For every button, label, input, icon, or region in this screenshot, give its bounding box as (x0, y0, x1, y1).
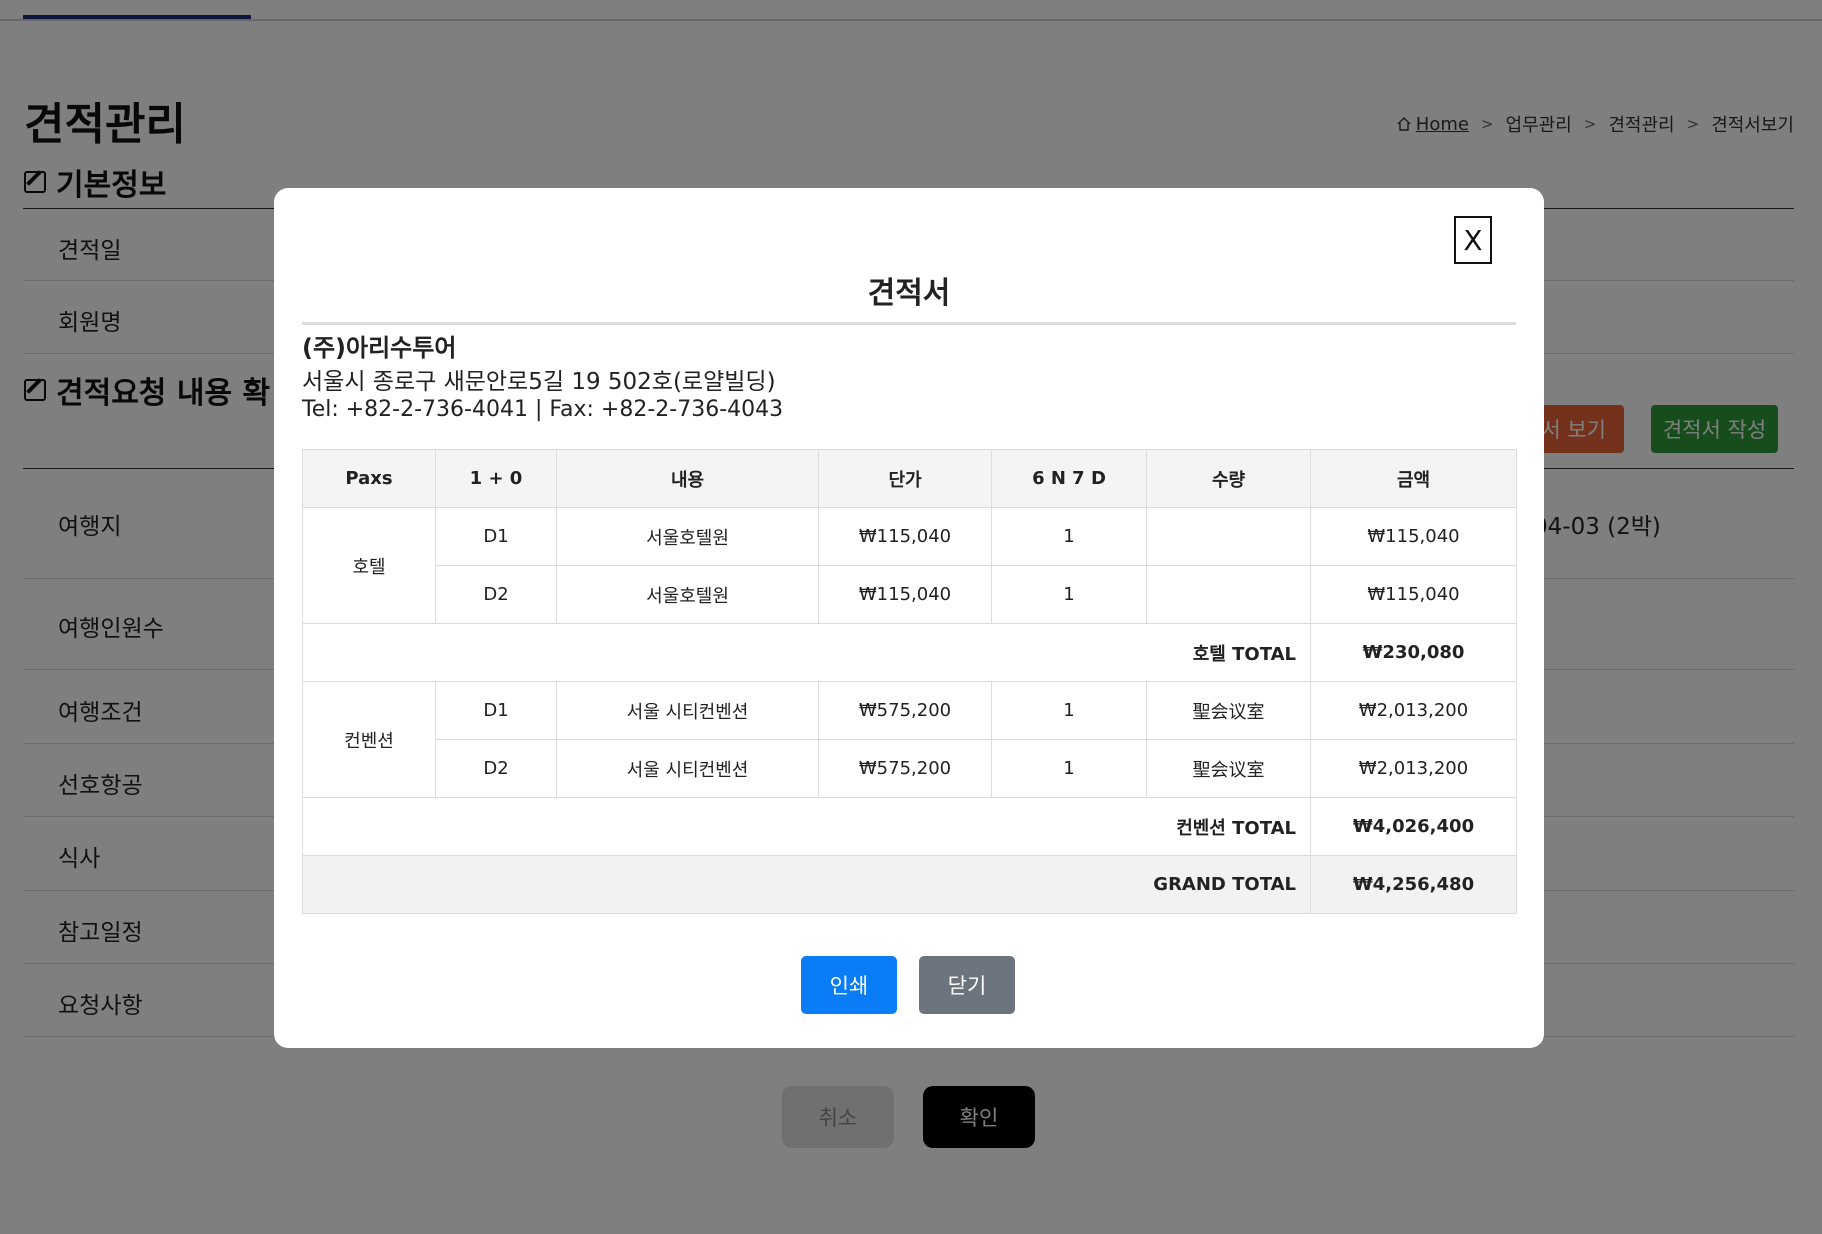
subtotal-row-convention: 컨벤션 TOTAL ₩4,026,400 (302, 797, 1517, 856)
unit-price-cell: ₩575,200 (818, 739, 992, 798)
grand-total-row: GRAND TOTAL ₩4,256,480 (302, 855, 1517, 914)
day-cell: D1 (435, 681, 557, 740)
grand-total-label: GRAND TOTAL (302, 855, 1311, 914)
column-header-quantity: 수량 (1146, 449, 1311, 508)
quantity-cell: 聖会议室 (1146, 681, 1311, 740)
nights-cell: 1 (991, 739, 1147, 798)
subtotal-row-hotel: 호텔 TOTAL ₩230,080 (302, 623, 1517, 682)
nights-cell: 1 (991, 507, 1147, 566)
nights-cell: 1 (991, 565, 1147, 624)
amount-cell: ₩2,013,200 (1310, 681, 1517, 740)
nights-cell: 1 (991, 681, 1147, 740)
content-cell: 서울 시티컨벤션 (556, 681, 819, 740)
table-row: D2 서울 시티컨벤션 ₩575,200 1 聖会议室 ₩2,013,200 (303, 739, 1517, 798)
category-cell-convention: 컨벤션 (302, 681, 436, 798)
unit-price-cell: ₩115,040 (818, 565, 992, 624)
day-cell: D1 (435, 507, 557, 566)
subtotal-label: 호텔 TOTAL (302, 623, 1311, 682)
table-row: D2 서울호텔원 ₩115,040 1 ₩115,040 (303, 565, 1517, 624)
quantity-cell (1146, 507, 1311, 566)
unit-price-cell: ₩115,040 (818, 507, 992, 566)
quantity-cell (1146, 565, 1311, 624)
modal-title-divider (302, 322, 1516, 325)
content-cell: 서울호텔원 (556, 507, 819, 566)
quote-modal: X 견적서 (주)아리수투어 서울시 종로구 새문안로5길 19 502호(로얄… (274, 188, 1544, 1048)
company-address: 서울시 종로구 새문안로5길 19 502호(로얄빌딩) (302, 369, 776, 395)
modal-title: 견적서 (867, 276, 951, 311)
table-row: 컨벤션 D1 서울 시티컨벤션 ₩575,200 1 聖会议室 ₩2,013,2… (302, 681, 1517, 798)
category-cell-hotel: 호텔 (302, 507, 436, 624)
grand-total-amount: ₩4,256,480 (1310, 855, 1517, 914)
amount-cell: ₩115,040 (1310, 565, 1517, 624)
content-cell: 서울호텔원 (556, 565, 819, 624)
amount-cell: ₩115,040 (1310, 507, 1517, 566)
close-button[interactable]: 닫기 (919, 956, 1015, 1014)
column-header-unit-price: 단가 (818, 449, 992, 508)
column-header-content: 내용 (556, 449, 819, 508)
subtotal-amount: ₩230,080 (1310, 623, 1517, 682)
column-header-persons: 1 + 0 (435, 449, 557, 508)
subtotal-label: 컨벤션 TOTAL (302, 797, 1311, 856)
company-name: (주)아리수투어 (302, 334, 457, 362)
modal-close-button[interactable]: X (1454, 216, 1492, 264)
quantity-cell: 聖会议室 (1146, 739, 1311, 798)
content-cell: 서울 시티컨벤션 (556, 739, 819, 798)
day-cell: D2 (435, 565, 557, 624)
company-contact: Tel: +82-2-736-4041 | Fax: +82-2-736-404… (302, 397, 784, 422)
column-header-amount: 금액 (1310, 449, 1517, 508)
quote-table: Paxs 1 + 0 내용 단가 6 N 7 D 수량 금액 호텔 D1 서울호… (302, 449, 1517, 914)
column-header-nights: 6 N 7 D (991, 449, 1147, 508)
unit-price-cell: ₩575,200 (818, 681, 992, 740)
day-cell: D2 (435, 739, 557, 798)
subtotal-amount: ₩4,026,400 (1310, 797, 1517, 856)
table-row: 호텔 D1 서울호텔원 ₩115,040 1 ₩115,040 (302, 507, 1517, 624)
table-header-row: Paxs 1 + 0 내용 단가 6 N 7 D 수량 금액 (302, 449, 1517, 508)
print-button[interactable]: 인쇄 (801, 956, 897, 1014)
column-header-paxs: Paxs (302, 449, 436, 508)
amount-cell: ₩2,013,200 (1310, 739, 1517, 798)
